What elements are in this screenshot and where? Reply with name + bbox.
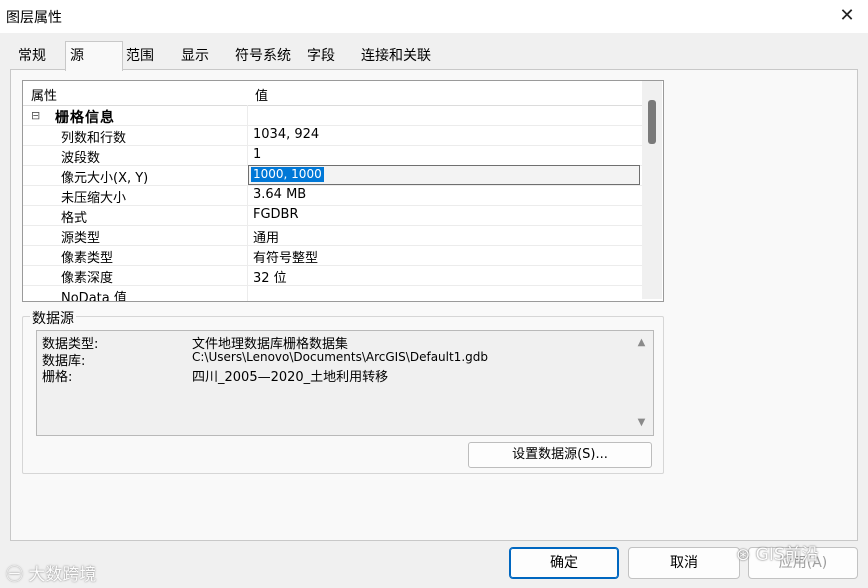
tab-display[interactable]: 显示 xyxy=(177,43,213,69)
row-separator xyxy=(247,185,248,205)
grid-row-pixel-depth[interactable]: 像素深度 32 位 xyxy=(23,265,647,286)
scroll-down-icon[interactable]: ▼ xyxy=(632,417,651,428)
watermark-right: ⊛ GIS前沿 xyxy=(736,545,819,565)
data-source-label: 数据源 xyxy=(30,308,76,328)
selected-value-text[interactable]: 1000, 1000 xyxy=(251,167,324,182)
grid-row-source-type[interactable]: 源类型 通用 xyxy=(23,225,647,246)
property-grid[interactable]: 属性 值 ⊟ 栅格信息 列数和行数 1034, 924 波段数 1 像元大小(X… xyxy=(22,80,664,302)
collapse-icon[interactable]: ⊟ xyxy=(31,109,40,122)
raster-value: 四川_2005—2020_土地利用转移 xyxy=(192,370,389,385)
row-separator xyxy=(247,145,248,165)
row-key: 格式 xyxy=(61,211,88,226)
row-value: 32 位 xyxy=(253,271,287,286)
row-value: 有符号整型 xyxy=(253,251,319,266)
cell-size-edit-field[interactable]: 1000, 1000 xyxy=(248,165,640,185)
tab-extent[interactable]: 范围 xyxy=(122,43,158,69)
row-key: 源类型 xyxy=(61,231,101,246)
tab-source[interactable]: 源 xyxy=(65,41,123,71)
grid-row-nodata[interactable]: NoData 值 xyxy=(23,285,647,302)
tab-general[interactable]: 常规 xyxy=(14,43,50,69)
grid-header-value: 值 xyxy=(255,89,269,104)
row-separator xyxy=(247,205,248,225)
data-source-scrollbar[interactable]: ▲ ▼ xyxy=(632,331,651,433)
raster-key: 栅格: xyxy=(42,370,73,385)
row-separator xyxy=(247,265,248,285)
row-key: NoData 值 xyxy=(61,291,127,302)
grid-row-cell-size[interactable]: 像元大小(X, Y) 1000, 1000 xyxy=(23,165,647,186)
tab-symbology[interactable]: 符号系统 xyxy=(231,43,295,69)
row-value: 1034, 924 xyxy=(253,127,320,142)
tab-fields[interactable]: 字段 xyxy=(303,43,339,69)
row-key: 波段数 xyxy=(61,151,101,166)
grid-header-property: 属性 xyxy=(31,89,58,104)
category-label: 栅格信息 xyxy=(55,110,115,126)
row-separator xyxy=(247,125,248,145)
row-key: 列数和行数 xyxy=(61,131,127,146)
row-value: 3.64 MB xyxy=(253,187,307,202)
grid-row-band-count[interactable]: 波段数 1 xyxy=(23,145,647,166)
set-data-source-button[interactable]: 设置数据源(S)... xyxy=(468,442,652,468)
grid-row-format[interactable]: 格式 FGDBR xyxy=(23,205,647,226)
row-key: 像素类型 xyxy=(61,251,114,266)
row-value: 1 xyxy=(253,147,262,162)
grid-scrollbar-thumb[interactable] xyxy=(648,100,656,144)
row-value: 通用 xyxy=(253,231,280,246)
row-separator xyxy=(247,225,248,245)
row-separator xyxy=(247,285,248,301)
row-value: FGDBR xyxy=(253,207,299,222)
row-separator xyxy=(247,105,248,125)
row-separator xyxy=(247,245,248,265)
grid-category-raster-info[interactable]: ⊟ 栅格信息 xyxy=(23,105,647,126)
grid-row-uncompressed-size[interactable]: 未压缩大小 3.64 MB xyxy=(23,185,647,206)
watermark-left: ㊀ 大数跨境 xyxy=(6,565,97,585)
row-key: 像元大小(X, Y) xyxy=(61,171,149,186)
window-title: 图层属性 xyxy=(6,10,62,26)
grid-row-pixel-type[interactable]: 像素类型 有符号整型 xyxy=(23,245,647,266)
title-bar xyxy=(0,0,868,33)
tab-joins-relates[interactable]: 连接和关联 xyxy=(357,43,435,69)
grid-header: 属性 值 xyxy=(23,81,647,106)
row-key: 未压缩大小 xyxy=(61,191,127,206)
ok-button[interactable]: 确定 xyxy=(509,547,619,579)
database-value: C:\Users\Lenovo\Documents\ArcGIS\Default… xyxy=(192,350,488,364)
scroll-up-icon[interactable]: ▲ xyxy=(632,337,651,348)
grid-row-columns-rows[interactable]: 列数和行数 1034, 924 xyxy=(23,125,647,146)
close-button[interactable]: ✕ xyxy=(832,2,862,30)
row-key: 像素深度 xyxy=(61,271,114,286)
cancel-button[interactable]: 取消 xyxy=(628,547,740,579)
